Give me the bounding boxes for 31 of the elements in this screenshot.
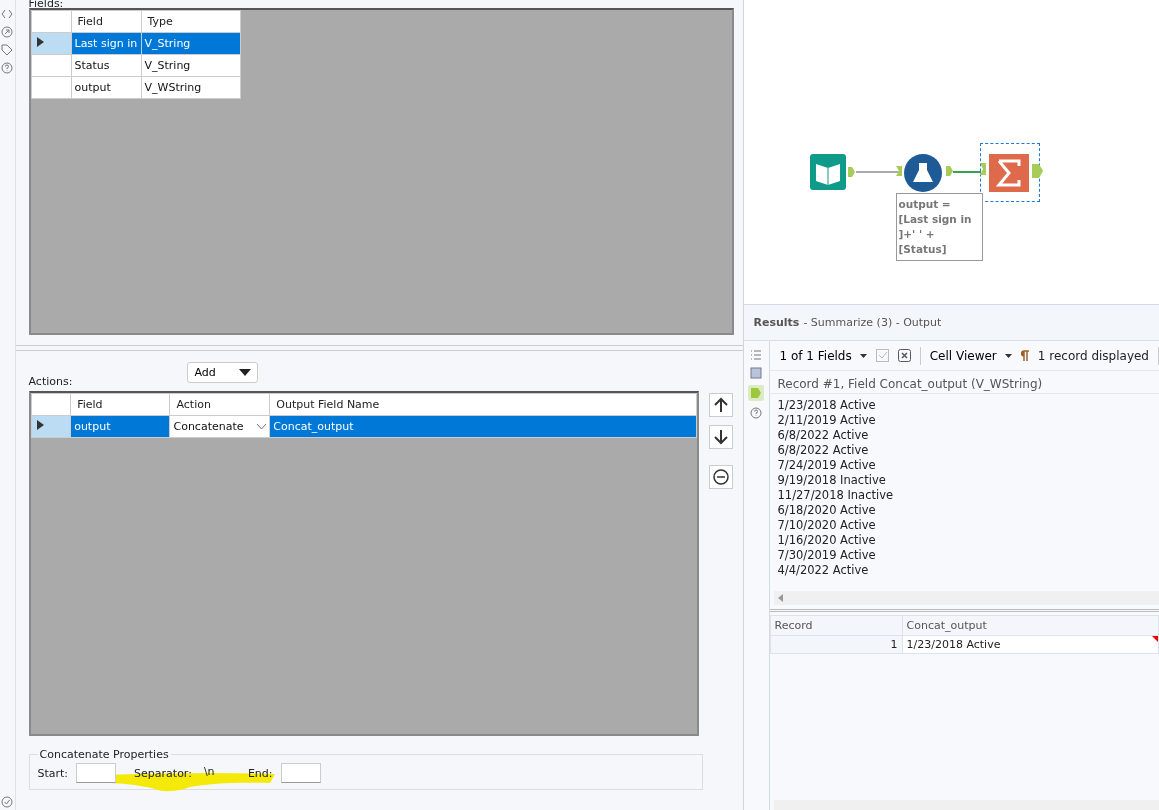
column-header[interactable]: Type xyxy=(141,10,240,33)
cell-viewer-header: Record #1, Field Concat_output (V_WString) xyxy=(769,371,1159,394)
cell-text-line: 11/27/2018 Inactive xyxy=(776,488,895,503)
cell-text-line: 9/19/2018 Inactive xyxy=(776,473,887,488)
results-subtitle: - Summarize (3) - Output xyxy=(803,316,942,329)
cell-text-line: 7/10/2020 Active xyxy=(776,518,877,533)
start-label: Start: xyxy=(37,766,69,780)
viewer-dropdown[interactable]: Cell Viewer xyxy=(929,348,1012,363)
cell-text-line: 7/30/2019 Active xyxy=(776,548,877,563)
column-header[interactable]: Field xyxy=(70,393,170,416)
table-cell: Concat_output xyxy=(269,415,696,438)
column-header[interactable]: Record xyxy=(770,615,902,636)
cell-text-line: 1/23/2018 Active xyxy=(776,398,877,413)
cell-text-line: 2/11/2019 Active xyxy=(776,413,877,428)
cell-text-line: 6/18/2020 Active xyxy=(776,503,877,518)
cell-text-line: 1/16/2020 Active xyxy=(776,533,877,548)
cell-text-line: 6/8/2022 Active xyxy=(776,443,870,458)
cell-text-line: 7/24/2019 Active xyxy=(776,458,877,473)
add-dropdown[interactable]: Add xyxy=(187,362,259,383)
column-header[interactable]: Concat_output xyxy=(902,615,1159,636)
column-header[interactable]: Action xyxy=(169,393,270,416)
record-count: 1 record displayed xyxy=(1037,348,1149,363)
cell-text-line: 4/4/2022 Active xyxy=(776,563,870,578)
panel-title: Concatenate Properties xyxy=(38,748,170,761)
actions-label: Actions: xyxy=(28,375,73,389)
fields-dropdown[interactable]: 1 of 1 Fields xyxy=(779,348,867,363)
column-header[interactable]: Output Field Name xyxy=(269,393,696,416)
results-title: Results xyxy=(753,316,800,329)
column-header[interactable]: Field xyxy=(71,10,141,33)
cell-text-line: 6/8/2022 Active xyxy=(776,428,870,443)
tool-annotation: output = [Last sign in ]+' ' + [Status] xyxy=(895,193,983,261)
